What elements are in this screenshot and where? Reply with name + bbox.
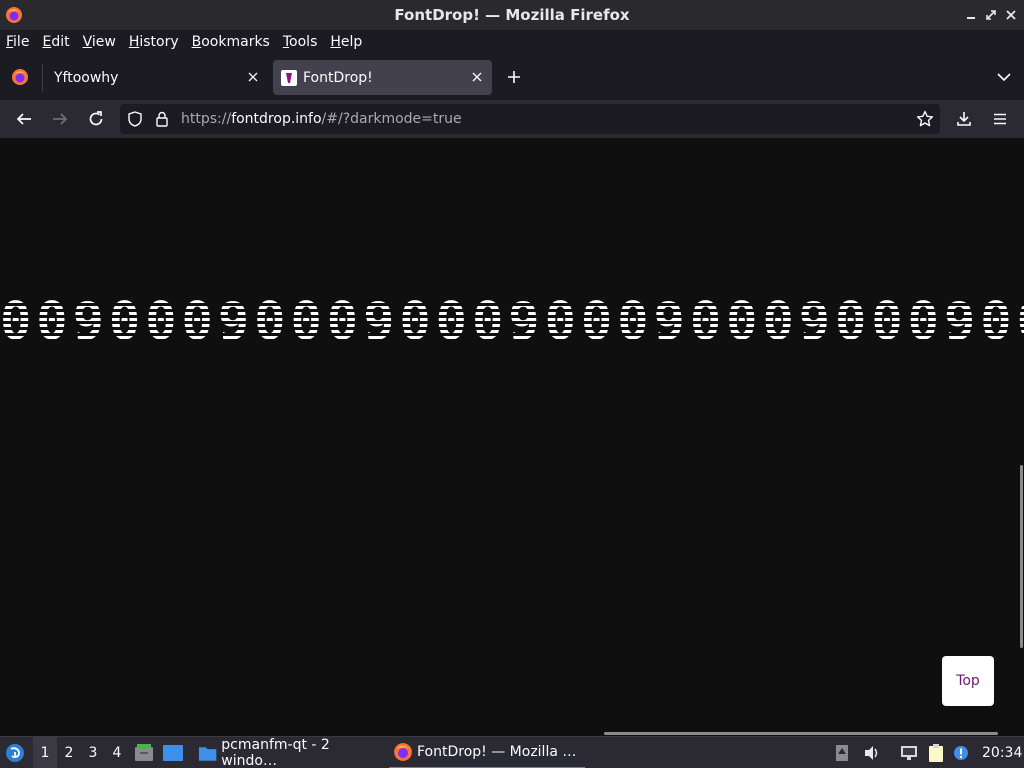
list-tabs-icon[interactable] <box>996 71 1012 83</box>
tab-close-icon[interactable] <box>470 70 484 84</box>
back-icon[interactable] <box>13 108 35 130</box>
task-label: FontDrop! — Mozilla … <box>417 744 577 760</box>
tracking-protection-shield-icon[interactable] <box>127 111 143 127</box>
lock-icon[interactable] <box>155 111 169 127</box>
firefox-icon <box>6 7 22 23</box>
menu-tools[interactable]: Tools <box>283 34 318 50</box>
desktop-4-button[interactable]: 4 <box>105 737 129 768</box>
fontdrop-favicon-icon <box>281 69 297 86</box>
minimize-icon[interactable] <box>963 7 979 23</box>
url-text[interactable]: https://fontdrop.info/#/?darkmode=true <box>181 111 462 127</box>
menu-history[interactable]: History <box>129 34 179 50</box>
firefox-view-icon[interactable] <box>11 68 29 86</box>
desktop-3-button[interactable]: 3 <box>81 737 105 768</box>
glyph-preview-text: 0090009000900090009000900090009000900090… <box>0 300 1024 344</box>
tab-strip: Yftoowhy FontDrop! <box>0 54 1024 100</box>
tab-label: FontDrop! <box>303 69 373 86</box>
window-titlebar: FontDrop! — Mozilla Firefox <box>0 0 1024 30</box>
reload-icon[interactable] <box>85 108 107 130</box>
clipboard-icon[interactable] <box>927 737 947 768</box>
horizontal-scrollbar[interactable] <box>604 732 998 735</box>
url-bar[interactable]: https://fontdrop.info/#/?darkmode=true <box>120 104 940 134</box>
tab-label: Yftoowhy <box>54 69 119 86</box>
volume-icon[interactable] <box>863 737 883 768</box>
notification-icon[interactable] <box>953 737 971 768</box>
downloads-icon[interactable] <box>953 108 975 130</box>
task-pcmanfm[interactable]: pcmanfm-qt - 2 windo… <box>194 737 384 768</box>
tray-up-arrow-icon[interactable] <box>835 737 851 768</box>
window-title: FontDrop! — Mozilla Firefox <box>394 6 630 24</box>
task-label: pcmanfm-qt - 2 windo… <box>221 737 330 768</box>
file-manager-launcher-icon[interactable] <box>134 737 154 768</box>
tab-separator <box>42 64 43 92</box>
network-icon[interactable] <box>899 737 921 768</box>
vertical-scrollbar[interactable] <box>1020 465 1023 648</box>
bookmark-star-icon[interactable] <box>916 110 934 128</box>
tab-yftoowhy[interactable]: Yftoowhy <box>44 60 268 95</box>
folder-icon <box>198 747 217 761</box>
page-content: 0090009000900090009000900090009000900090… <box>0 138 1024 736</box>
new-tab-icon[interactable] <box>506 69 522 85</box>
menu-help[interactable]: Help <box>330 34 362 50</box>
menu-bookmarks[interactable]: Bookmarks <box>192 34 270 50</box>
navigation-toolbar: https://fontdrop.info/#/?darkmode=true <box>0 100 1024 138</box>
hamburger-menu-icon[interactable] <box>989 108 1011 130</box>
menu-edit[interactable]: Edit <box>42 34 69 50</box>
close-window-icon[interactable] <box>1003 7 1019 23</box>
start-menu-icon[interactable] <box>5 737 27 768</box>
menu-view[interactable]: View <box>83 34 116 50</box>
taskbar: 1 2 3 4 pcmanfm-qt - 2 windo… FontDrop! … <box>0 736 1024 768</box>
forward-icon[interactable] <box>49 108 71 130</box>
menu-file[interactable]: File <box>6 34 29 50</box>
tab-close-icon[interactable] <box>246 70 260 84</box>
desktop-1-button[interactable]: 1 <box>33 737 57 768</box>
show-desktop-icon[interactable] <box>162 737 184 768</box>
firefox-icon <box>394 743 412 761</box>
restore-icon[interactable] <box>983 7 999 23</box>
clock[interactable]: 20:34 <box>982 737 1022 768</box>
scroll-to-top-button[interactable]: Top <box>942 656 994 706</box>
tab-fontdrop[interactable]: FontDrop! <box>273 60 492 95</box>
menu-bar: File Edit View History Bookmarks Tools H… <box>0 30 1024 54</box>
task-firefox[interactable]: FontDrop! — Mozilla … <box>389 737 585 768</box>
desktop-2-button[interactable]: 2 <box>57 737 81 768</box>
